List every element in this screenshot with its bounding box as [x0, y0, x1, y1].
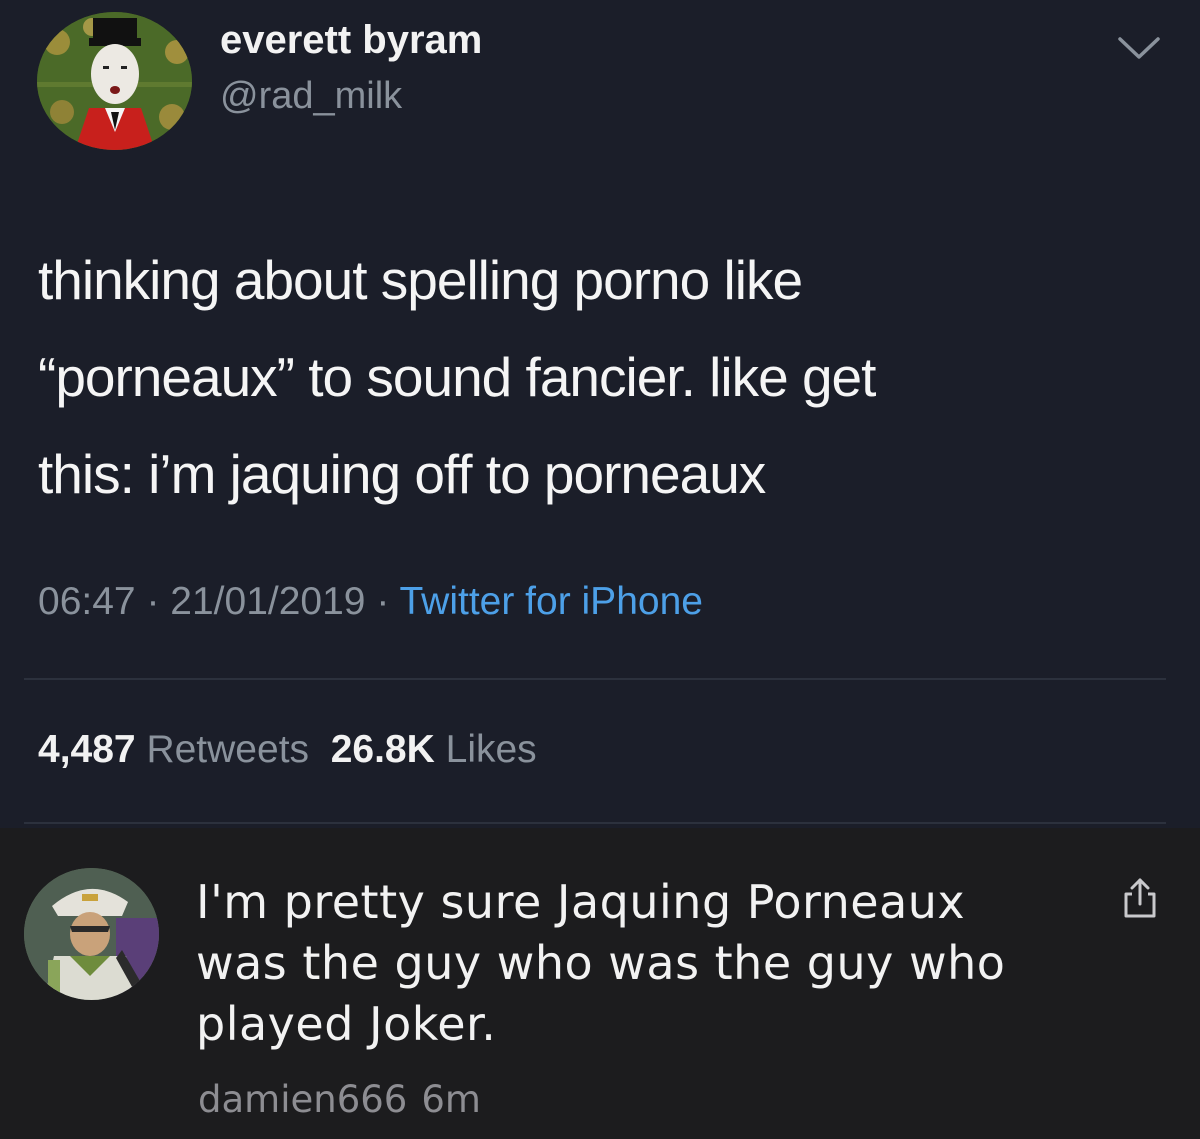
reply-username[interactable]: damien666 [198, 1078, 407, 1121]
likes-count: 26.8K [330, 728, 435, 771]
tweet-meta: 06:47 · 21/01/2019 · Twitter for iPhone [38, 580, 703, 624]
tweet-stats: 4,487 Retweets 26.8K Likes [38, 728, 537, 772]
reply-text-line: was the guy who was the guy who [196, 936, 1006, 990]
reply-text-line: I'm pretty sure Jaquing Porneaux [196, 875, 966, 929]
retweets-count: 4,487 [38, 728, 136, 771]
tweet-card: everett byram @rad_milk thinking about s… [0, 0, 1200, 828]
tweet-text: thinking about spelling porno like “porn… [38, 232, 876, 523]
tweet-text-line: this: i’m jaquing off to porneaux [38, 443, 766, 505]
divider [24, 678, 1166, 680]
author-avatar[interactable] [37, 12, 192, 150]
meta-separator: · [376, 580, 390, 623]
tweet-date: 21/01/2019 [170, 580, 366, 623]
reply-meta: damien666 6m [198, 1078, 481, 1121]
retweets-stat[interactable]: 4,487 Retweets [38, 728, 309, 771]
author-handle[interactable]: @rad_milk [220, 75, 402, 118]
likes-label: Likes [445, 728, 537, 771]
tweet-text-line: “porneaux” to sound fancier. like get [38, 346, 876, 408]
reply-text-line: played Joker. [196, 997, 497, 1051]
tweet-source-link[interactable]: Twitter for iPhone [399, 580, 702, 623]
reply-avatar[interactable] [24, 868, 159, 1000]
divider [24, 822, 1166, 824]
meta-separator: · [146, 580, 160, 623]
tweet-time: 06:47 [38, 580, 136, 623]
author-display-name[interactable]: everett byram [220, 18, 482, 63]
share-icon[interactable] [1117, 876, 1163, 922]
reply-text: I'm pretty sure Jaquing Porneaux was the… [196, 872, 1005, 1055]
screenshot: everett byram @rad_milk thinking about s… [0, 0, 1200, 1139]
reply-comment: I'm pretty sure Jaquing Porneaux was the… [0, 828, 1200, 1139]
retweets-label: Retweets [146, 728, 310, 771]
chevron-down-icon[interactable] [1116, 34, 1162, 62]
reply-time: 6m [421, 1078, 481, 1121]
likes-stat[interactable]: 26.8K Likes [331, 728, 537, 771]
tweet-text-line: thinking about spelling porno like [38, 249, 803, 311]
